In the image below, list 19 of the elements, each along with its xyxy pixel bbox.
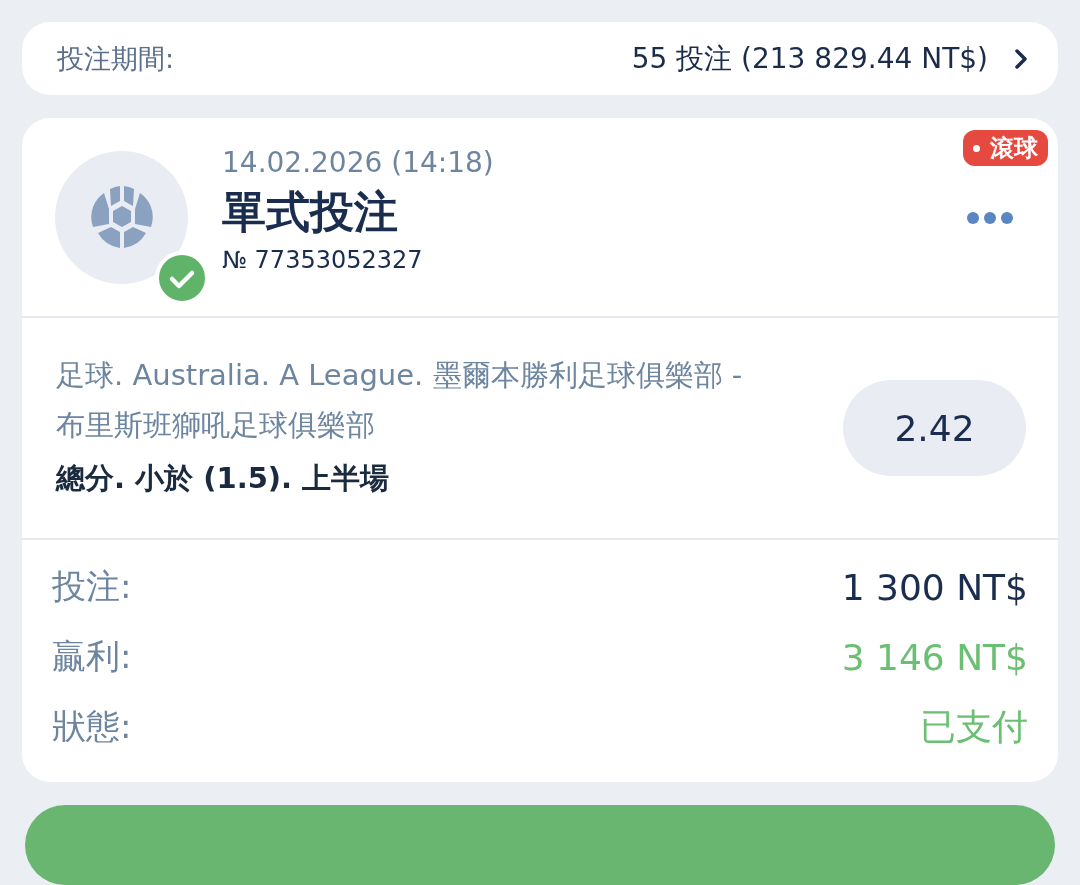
market-name: 總分. 小於 (1.5). 上半場: [56, 460, 391, 497]
row-label: 狀態:: [52, 705, 132, 748]
row-label: 贏利:: [52, 635, 132, 678]
row-value: 3 146 NT$: [841, 636, 1028, 678]
odds-pill: 2.42: [843, 380, 1026, 476]
row-value: 1 300 NT$: [841, 566, 1028, 608]
bet-type-title: 單式投注: [222, 185, 399, 239]
event-name: 足球. Australia. A League. 墨爾本勝利足球俱樂部 - 布里斯班獅吼足球俱樂部: [56, 357, 744, 444]
row-value: 已支付: [920, 704, 1028, 749]
row-label: 投注:: [52, 565, 132, 608]
more-icon[interactable]: [967, 212, 1013, 224]
period-summary: 55 投注 (213 829.44 NT$): [631, 40, 988, 77]
period-label: 投注期間:: [57, 41, 175, 76]
chevron-icon: [1014, 47, 1028, 70]
soccer-ball-icon: [89, 185, 154, 249]
bet-number: № 77353052327: [222, 245, 424, 276]
bet-date: 14.02.2026 (14:18): [222, 145, 494, 181]
live-badge: 滾球: [963, 130, 1048, 166]
period-card[interactable]: 投注期間: 55 投注 (213 829.44 NT$): [22, 22, 1058, 95]
